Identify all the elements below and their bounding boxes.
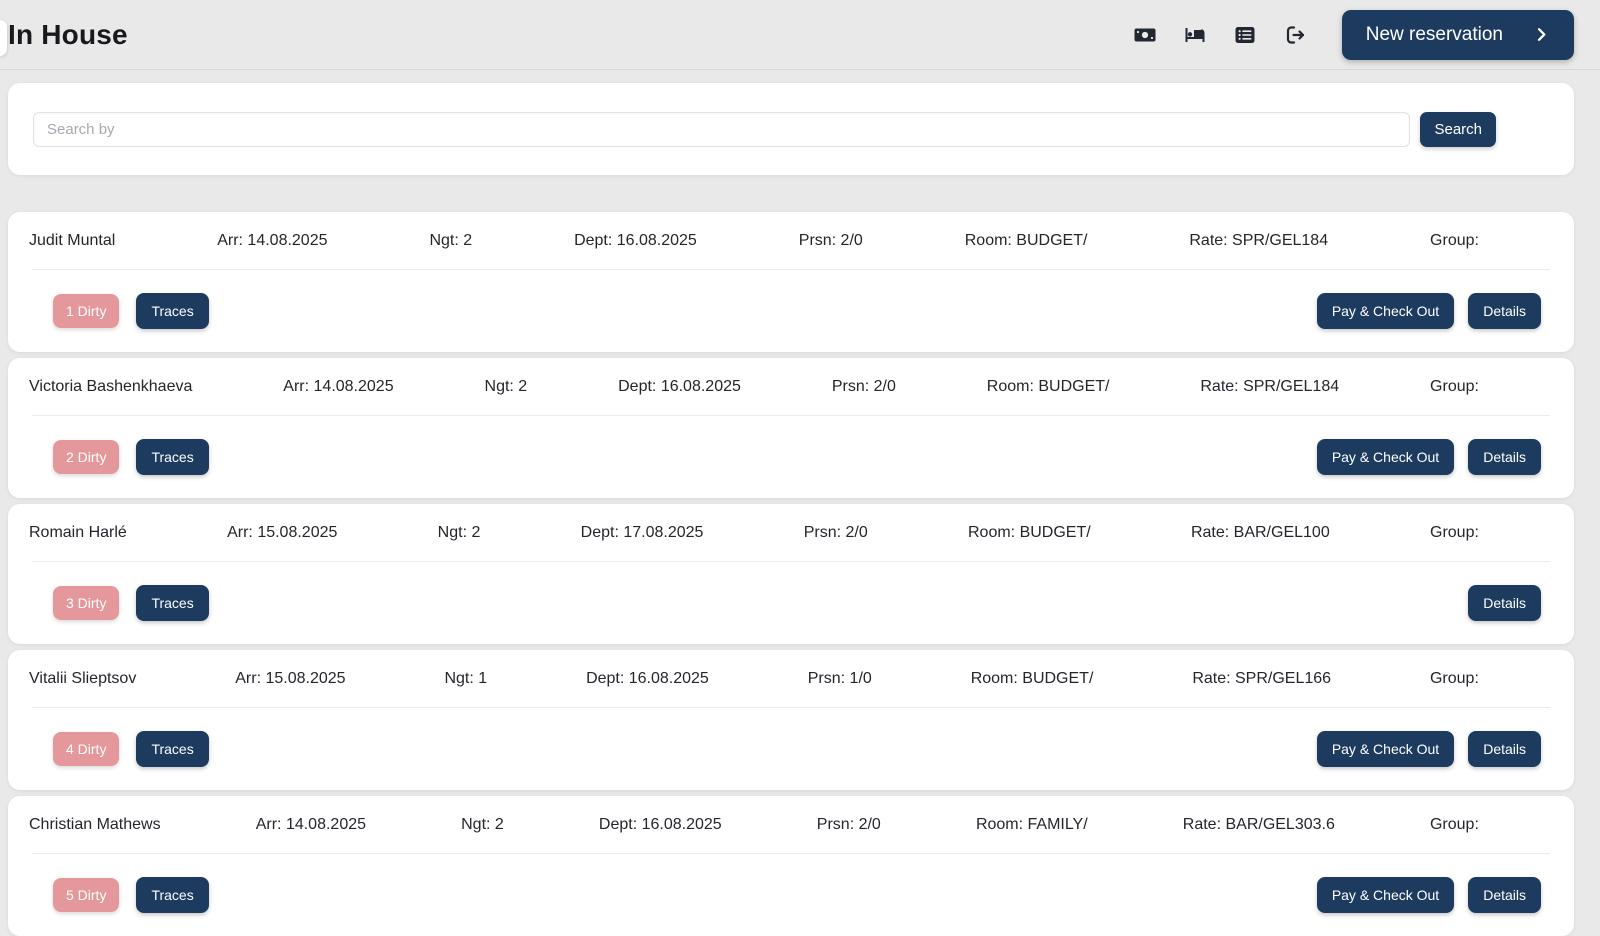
details-button[interactable]: Details — [1468, 877, 1541, 913]
pay-checkout-button[interactable]: Pay & Check Out — [1317, 439, 1454, 475]
guest-rate: Rate: BAR/GEL303.6 — [1183, 816, 1335, 834]
list-icon-glyph — [1233, 23, 1257, 47]
new-reservation-button[interactable]: New reservation — [1342, 10, 1574, 60]
guest-group: Group: — [1430, 670, 1479, 688]
guest-room: Room: BUDGET/ — [968, 524, 1091, 542]
guest-nights: Ngt: 2 — [485, 378, 528, 396]
guest-list: Judit Muntal Arr: 14.08.2025 Ngt: 2 Dept… — [0, 212, 1600, 936]
guest-actions-row: 3 Dirty Traces Details — [8, 562, 1574, 644]
pay-checkout-button[interactable]: Pay & Check Out — [1317, 877, 1454, 913]
traces-button[interactable]: Traces — [136, 877, 208, 913]
guest-rate: Rate: SPR/GEL184 — [1189, 232, 1328, 250]
guest-card: Vitalii Slieptsov Arr: 15.08.2025 Ngt: 1… — [8, 650, 1574, 790]
search-input[interactable] — [33, 112, 1410, 147]
details-button[interactable]: Details — [1468, 585, 1541, 621]
guest-persons: Prsn: 2/0 — [804, 524, 868, 542]
right-actions: Pay & Check Out Details — [1317, 877, 1541, 913]
page-header: In House — [0, 0, 1600, 70]
list-icon[interactable] — [1232, 22, 1258, 48]
guest-departure: Dept: 16.08.2025 — [618, 378, 741, 396]
guest-info-row: Romain Harlé Arr: 15.08.2025 Ngt: 2 Dept… — [8, 504, 1574, 561]
guest-actions-row: 2 Dirty Traces Pay & Check Out Details — [8, 416, 1574, 498]
left-edge-handle[interactable] — [0, 20, 7, 56]
right-actions: Details — [1468, 585, 1541, 621]
guest-group: Group: — [1430, 816, 1479, 834]
guest-rate: Rate: SPR/GEL184 — [1200, 378, 1339, 396]
guest-card: Romain Harlé Arr: 15.08.2025 Ngt: 2 Dept… — [8, 504, 1574, 644]
header-toolbar — [1132, 22, 1308, 48]
guest-persons: Prsn: 1/0 — [808, 670, 872, 688]
pay-checkout-button[interactable]: Pay & Check Out — [1317, 731, 1454, 767]
guest-room: Room: BUDGET/ — [987, 378, 1110, 396]
guest-room: Room: FAMILY/ — [976, 816, 1088, 834]
guest-nights: Ngt: 2 — [438, 524, 481, 542]
chevron-right-icon — [1533, 26, 1550, 43]
guest-room: Room: BUDGET/ — [971, 670, 1094, 688]
guest-arrival: Arr: 14.08.2025 — [283, 378, 393, 396]
guest-arrival: Arr: 14.08.2025 — [217, 232, 327, 250]
room-status-badge[interactable]: 4 Dirty — [53, 732, 119, 766]
room-status-badge[interactable]: 2 Dirty — [53, 440, 119, 474]
guest-nights: Ngt: 1 — [444, 670, 487, 688]
guest-room: Room: BUDGET/ — [965, 232, 1088, 250]
guest-info-row: Victoria Bashenkhaeva Arr: 14.08.2025 Ng… — [8, 358, 1574, 415]
guest-info-row: Judit Muntal Arr: 14.08.2025 Ngt: 2 Dept… — [8, 212, 1574, 269]
bed-icon[interactable] — [1182, 22, 1208, 48]
right-actions: Pay & Check Out Details — [1317, 439, 1541, 475]
guest-card: Judit Muntal Arr: 14.08.2025 Ngt: 2 Dept… — [8, 212, 1574, 352]
guest-persons: Prsn: 2/0 — [832, 378, 896, 396]
logout-icon[interactable] — [1282, 22, 1308, 48]
details-button[interactable]: Details — [1468, 439, 1541, 475]
pay-checkout-button[interactable]: Pay & Check Out — [1317, 293, 1454, 329]
bed-icon-glyph — [1183, 23, 1207, 47]
guest-name: Romain Harlé — [29, 524, 127, 542]
guest-card: Christian Mathews Arr: 14.08.2025 Ngt: 2… — [8, 796, 1574, 936]
details-button[interactable]: Details — [1468, 731, 1541, 767]
right-actions: Pay & Check Out Details — [1317, 293, 1541, 329]
details-button[interactable]: Details — [1468, 293, 1541, 329]
guest-group: Group: — [1430, 524, 1479, 542]
search-button[interactable]: Search — [1420, 112, 1496, 147]
cash-icon[interactable] — [1132, 22, 1158, 48]
guest-departure: Dept: 16.08.2025 — [599, 816, 722, 834]
room-status-badge[interactable]: 5 Dirty — [53, 878, 119, 912]
guest-name: Christian Mathews — [29, 816, 161, 834]
guest-persons: Prsn: 2/0 — [817, 816, 881, 834]
guest-arrival: Arr: 15.08.2025 — [235, 670, 345, 688]
guest-name: Vitalii Slieptsov — [29, 670, 136, 688]
guest-info-row: Vitalii Slieptsov Arr: 15.08.2025 Ngt: 1… — [8, 650, 1574, 707]
guest-departure: Dept: 16.08.2025 — [586, 670, 709, 688]
room-status-badge[interactable]: 1 Dirty — [53, 294, 119, 328]
guest-actions-row: 1 Dirty Traces Pay & Check Out Details — [8, 270, 1574, 352]
guest-rate: Rate: BAR/GEL100 — [1191, 524, 1330, 542]
traces-button[interactable]: Traces — [136, 439, 208, 475]
traces-button[interactable]: Traces — [136, 293, 208, 329]
guest-actions-row: 4 Dirty Traces Pay & Check Out Details — [8, 708, 1574, 790]
guest-persons: Prsn: 2/0 — [799, 232, 863, 250]
cash-icon-glyph — [1133, 23, 1157, 47]
page-title: In House — [8, 19, 128, 51]
search-card: Search — [8, 83, 1574, 175]
logout-icon-glyph — [1283, 23, 1307, 47]
guest-nights: Ngt: 2 — [461, 816, 504, 834]
room-status-badge[interactable]: 3 Dirty — [53, 586, 119, 620]
guest-name: Judit Muntal — [29, 232, 115, 250]
guest-departure: Dept: 16.08.2025 — [574, 232, 697, 250]
guest-name: Victoria Bashenkhaeva — [29, 378, 192, 396]
guest-rate: Rate: SPR/GEL166 — [1192, 670, 1331, 688]
guest-actions-row: 5 Dirty Traces Pay & Check Out Details — [8, 854, 1574, 936]
guest-nights: Ngt: 2 — [429, 232, 472, 250]
right-actions: Pay & Check Out Details — [1317, 731, 1541, 767]
guest-group: Group: — [1430, 232, 1479, 250]
new-reservation-label: New reservation — [1366, 24, 1503, 46]
guest-arrival: Arr: 14.08.2025 — [256, 816, 366, 834]
traces-button[interactable]: Traces — [136, 731, 208, 767]
guest-arrival: Arr: 15.08.2025 — [227, 524, 337, 542]
traces-button[interactable]: Traces — [136, 585, 208, 621]
guest-info-row: Christian Mathews Arr: 14.08.2025 Ngt: 2… — [8, 796, 1574, 853]
guest-card: Victoria Bashenkhaeva Arr: 14.08.2025 Ng… — [8, 358, 1574, 498]
guest-group: Group: — [1430, 378, 1479, 396]
guest-departure: Dept: 17.08.2025 — [581, 524, 704, 542]
